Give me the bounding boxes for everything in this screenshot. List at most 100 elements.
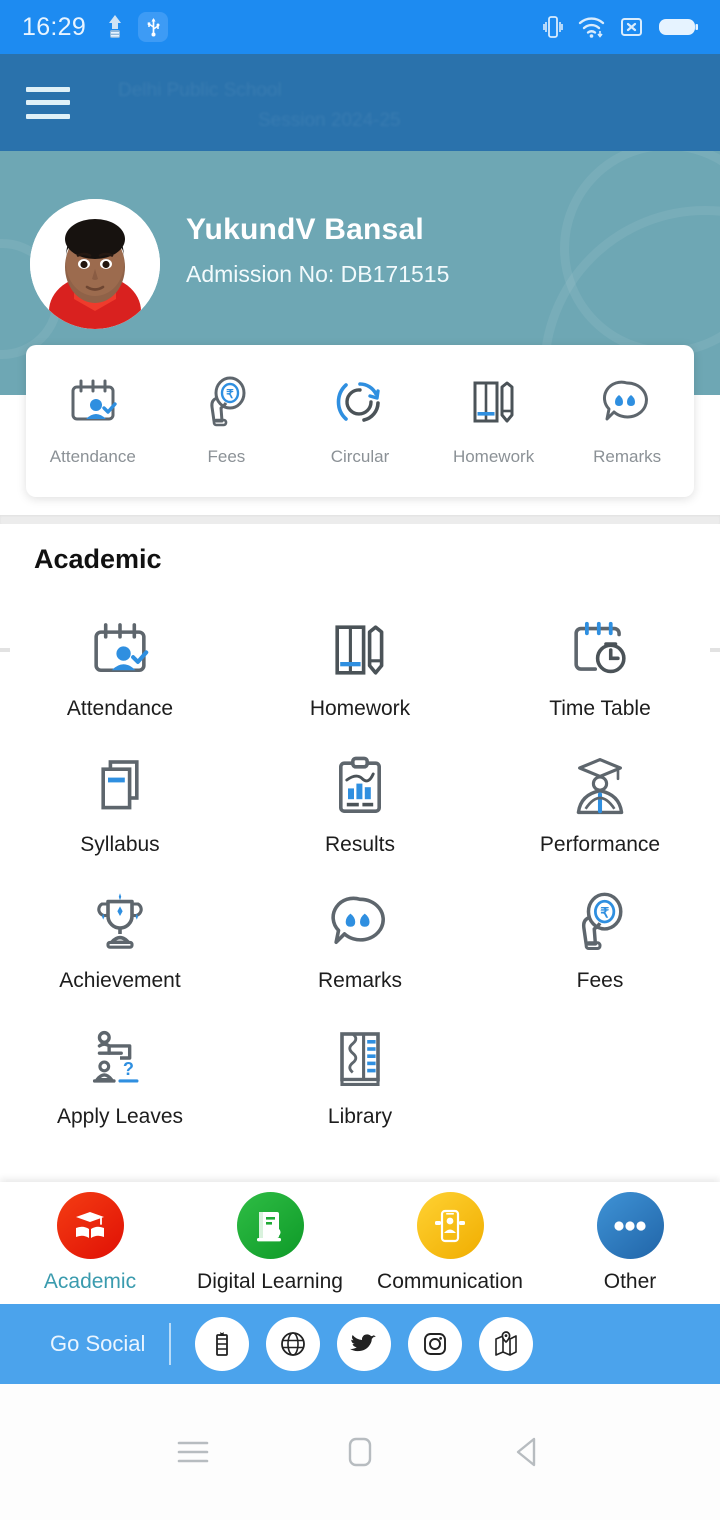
- status-bar-notification-icons: [104, 12, 169, 42]
- grid-item-achievement[interactable]: Achievement: [0, 875, 240, 1011]
- back-icon[interactable]: [492, 1417, 562, 1487]
- grid-item-library[interactable]: Library: [240, 1011, 480, 1147]
- grid-item-syllabus[interactable]: Syllabus: [0, 739, 240, 875]
- grid-item-label: Time Table: [549, 697, 651, 720]
- twitter-icon[interactable]: [337, 1317, 392, 1371]
- svg-text:₹: ₹: [600, 905, 609, 920]
- quick-actions-card: Attendance ₹ Fees Circular Homework Rema…: [26, 345, 694, 497]
- academic-section: Academic Attendance Homework Time Table …: [0, 524, 720, 1239]
- remarks-quote-bubble-icon: [329, 889, 391, 955]
- avatar[interactable]: [30, 199, 160, 329]
- more-dots-icon: [596, 1192, 664, 1259]
- facebook-icon[interactable]: [195, 1317, 250, 1371]
- quick-action-fees[interactable]: ₹ Fees: [160, 375, 294, 467]
- admission-number: Admission No: DB171515: [186, 261, 450, 287]
- android-navigation-bar: [0, 1384, 720, 1520]
- quick-action-remarks[interactable]: Remarks: [560, 375, 694, 467]
- go-social-label: Go Social: [50, 1331, 146, 1356]
- grid-item-label: Attendance: [66, 697, 174, 720]
- quick-action-label: Attendance: [49, 447, 136, 466]
- quick-action-label: Circular: [330, 447, 390, 466]
- grid-item-apply-leaves[interactable]: ? Apply Leaves: [0, 1011, 240, 1147]
- fees-rupee-icon: ₹: [203, 375, 249, 429]
- quick-action-attendance[interactable]: Attendance: [26, 375, 160, 467]
- app-bar: Delhi Public School Session 2024-25: [0, 54, 720, 151]
- recents-icon[interactable]: [158, 1417, 228, 1487]
- battery-icon: [659, 19, 698, 35]
- grid-item-label: Achievement: [59, 969, 181, 992]
- instagram-icon[interactable]: [408, 1317, 463, 1371]
- bottom-nav-label: Academic: [43, 1270, 137, 1293]
- bottom-nav-academic[interactable]: Academic: [0, 1192, 180, 1294]
- graduation-book-icon: [56, 1192, 124, 1259]
- grid-item-label: Results: [324, 833, 396, 856]
- page-title: YukundV Bansal: [186, 213, 424, 246]
- go-social-icons: [195, 1317, 534, 1371]
- bottom-nav-communication[interactable]: Communication: [360, 1192, 540, 1294]
- grid-item-label: Apply Leaves: [56, 1105, 184, 1128]
- scroll-nub-right: [710, 648, 720, 652]
- grid-item-label: Remarks: [317, 969, 402, 992]
- attendance-calendar-icon: [89, 617, 151, 683]
- grid-item-label: Syllabus: [80, 833, 160, 856]
- status-bar: 16:29: [0, 0, 720, 54]
- go-social-separator: [169, 1323, 172, 1365]
- wifi-icon: [578, 17, 605, 38]
- app-bar-title-line-1: Delhi Public School: [118, 80, 282, 101]
- go-social-bar: Go Social: [0, 1304, 720, 1384]
- grid-item-fees[interactable]: ₹ Fees: [480, 875, 720, 1011]
- bottom-nav-digital-learning[interactable]: Digital Learning: [180, 1192, 360, 1294]
- results-clipboard-chart-icon: [334, 753, 386, 819]
- status-bar-system-icons: [543, 14, 698, 40]
- section-divider: [0, 515, 720, 524]
- scroll-nub-left: [0, 648, 10, 652]
- grid-item-performance[interactable]: Performance: [480, 739, 720, 875]
- svg-text:?: ?: [123, 1059, 134, 1079]
- bottom-nav-label: Digital Learning: [197, 1270, 343, 1293]
- profile-info: YukundV Bansal Admission No: DB171515: [186, 199, 449, 288]
- quick-action-circular[interactable]: Circular: [293, 375, 427, 467]
- quick-action-homework[interactable]: Homework: [427, 375, 561, 467]
- grid-item-time-table[interactable]: Time Table: [480, 603, 720, 739]
- timetable-clock-icon: [569, 617, 631, 683]
- svg-text:₹: ₹: [227, 387, 235, 401]
- homework-book-pencil-icon: [330, 617, 390, 683]
- vibrate-icon: [543, 16, 563, 38]
- circular-refresh-icon: [334, 375, 386, 429]
- attendance-calendar-icon: [67, 375, 119, 429]
- quick-action-label: Fees: [207, 447, 246, 466]
- grid-item-homework[interactable]: Homework: [240, 603, 480, 739]
- grid-item-label: Library: [327, 1105, 393, 1128]
- sim-card-icon: [621, 18, 642, 36]
- quick-action-label: Remarks: [593, 447, 662, 466]
- homework-book-pencil-icon: [469, 375, 519, 429]
- remarks-quote-bubble-icon: [601, 375, 653, 429]
- bottom-nav-label: Communication: [377, 1270, 523, 1293]
- bottom-navigation: Academic Digital Learning Communication …: [0, 1182, 720, 1304]
- home-icon[interactable]: [325, 1417, 395, 1487]
- achievement-trophy-icon: [91, 889, 149, 955]
- grid-item-results[interactable]: Results: [240, 739, 480, 875]
- fees-rupee-icon: ₹: [573, 889, 627, 955]
- grid-item-label: Homework: [309, 697, 411, 720]
- hamburger-menu-icon[interactable]: [26, 86, 70, 119]
- usb-icon: [138, 12, 169, 42]
- website-globe-icon[interactable]: [266, 1317, 321, 1371]
- app-bar-title-faded: Delhi Public School Session 2024-25: [118, 76, 680, 131]
- library-books-icon: [334, 1025, 386, 1091]
- quick-action-label: Homework: [452, 447, 535, 466]
- mobile-chat-icon: [416, 1192, 484, 1259]
- performance-graduate-icon: [572, 753, 628, 819]
- section-title: Academic: [34, 544, 162, 574]
- grid-item-attendance[interactable]: Attendance: [0, 603, 240, 739]
- grid-item-label: Performance: [539, 833, 661, 856]
- grid-item-label: Fees: [576, 969, 624, 992]
- map-location-icon[interactable]: [479, 1317, 534, 1371]
- app-bar-title-line-2: Session 2024-25: [258, 110, 401, 131]
- bottom-nav-label: Other: [603, 1270, 657, 1293]
- bottom-nav-other[interactable]: Other: [540, 1192, 720, 1294]
- grid-item-remarks[interactable]: Remarks: [240, 875, 480, 1011]
- digital-book-icon: [236, 1192, 304, 1259]
- status-bar-time: 16:29: [22, 12, 87, 41]
- app-notification-icon: [109, 15, 122, 38]
